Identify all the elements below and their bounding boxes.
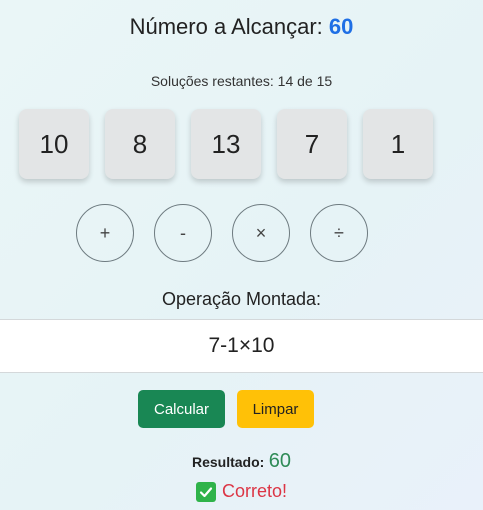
- minus-operator-button[interactable]: -: [154, 204, 212, 262]
- remaining-solutions: Soluções restantes: 14 de 15: [150, 73, 333, 89]
- number-tile[interactable]: 10: [19, 109, 89, 179]
- number-tile[interactable]: 8: [105, 109, 175, 179]
- result-label: Resultado:: [191, 454, 265, 470]
- number-tile[interactable]: 13: [191, 109, 261, 179]
- operator-buttons: + - × ÷: [76, 204, 368, 262]
- number-tile[interactable]: 1: [363, 109, 433, 179]
- result-line: Resultado: 60: [0, 450, 483, 473]
- plus-operator-button[interactable]: +: [76, 204, 134, 262]
- status-text: Correto!: [221, 481, 288, 501]
- target-number: 60: [328, 14, 354, 39]
- number-tiles: 10 8 13 7 1: [19, 109, 433, 179]
- times-operator-button[interactable]: ×: [232, 204, 290, 262]
- target-title: Número a Alcançar: 60: [0, 14, 483, 40]
- expression-value: 7-1×10: [208, 334, 275, 357]
- target-title-label: Número a Alcançar:: [129, 14, 323, 39]
- number-tile[interactable]: 7: [277, 109, 347, 179]
- divide-operator-button[interactable]: ÷: [310, 204, 368, 262]
- clear-button[interactable]: Limpar: [237, 390, 314, 428]
- result-value: 60: [268, 450, 292, 472]
- check-icon: [195, 481, 216, 502]
- expression-display: 7-1×10: [0, 319, 483, 373]
- calculate-button[interactable]: Calcular: [138, 390, 225, 428]
- expression-label: Operação Montada:: [161, 289, 322, 309]
- result-status: Correto!: [0, 481, 483, 502]
